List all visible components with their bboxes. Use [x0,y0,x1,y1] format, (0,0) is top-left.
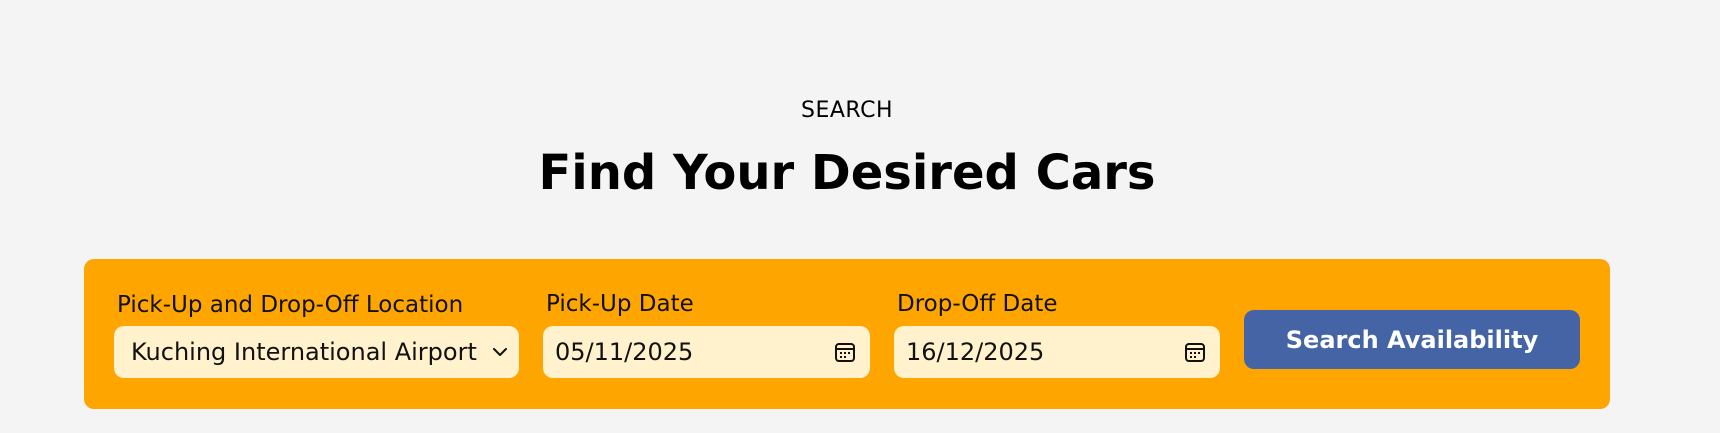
location-value: Kuching International Airport [131,338,477,366]
calendar-icon[interactable] [1183,340,1207,364]
pickup-date-value: 05/11/2025 [555,338,694,366]
pickup-date-field[interactable]: 05/11/2025 [543,326,870,378]
location-select[interactable]: Kuching International Airport [114,326,519,378]
page-title: Find Your Desired Cars [538,145,1156,201]
search-availability-button[interactable]: Search Availability [1244,310,1580,369]
section-eyebrow: SEARCH [800,98,893,123]
dropoff-date-field[interactable]: 16/12/2025 [894,326,1220,378]
search-panel: Pick-Up and Drop-Off Location Kuching In… [84,259,1610,409]
calendar-icon[interactable] [833,340,857,364]
pickup-date-label: Pick-Up Date [546,291,694,317]
chevron-down-icon [491,343,509,361]
dropoff-date-label: Drop-Off Date [897,291,1058,317]
dropoff-date-value: 16/12/2025 [906,338,1045,366]
location-label: Pick-Up and Drop-Off Location [117,292,464,318]
